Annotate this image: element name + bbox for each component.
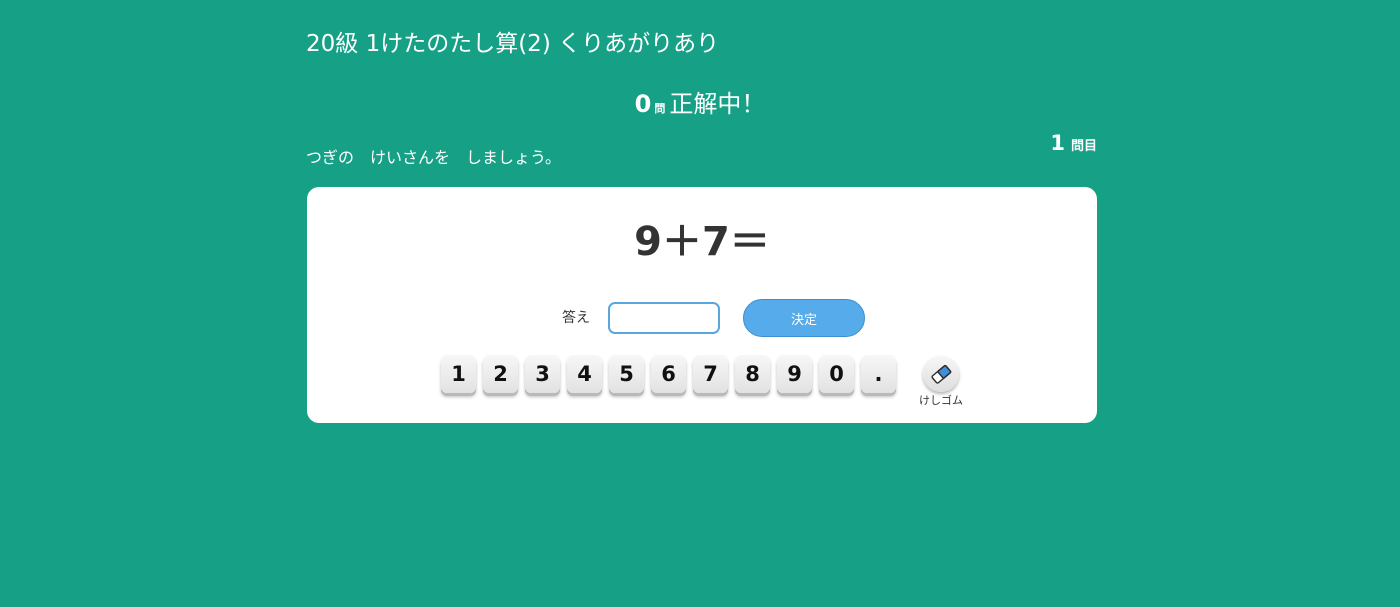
eraser-label: けしゴム: [919, 395, 963, 407]
level-title: 20級 1けたのたし算(2) くりあがりあり: [306, 31, 720, 57]
submit-button[interactable]: 決定: [743, 299, 865, 337]
question-number-value: 1: [1050, 131, 1065, 155]
quiz-page: 20級 1けたのたし算(2) くりあがりあり 0 問正解中！ つぎの けいさんを …: [0, 0, 1400, 607]
answer-label: 答え: [562, 310, 590, 326]
eraser-button[interactable]: けしゴム: [915, 356, 967, 408]
score-count: 0: [634, 90, 652, 118]
key-4[interactable]: 4: [567, 355, 602, 393]
question-card: 9＋7＝ 答え 決定 1 2 3 4 5 6 7 8 9 0 . けしゴム: [307, 187, 1097, 423]
key-7[interactable]: 7: [693, 355, 728, 393]
score-unit: 問: [654, 102, 666, 115]
score-display: 0 問正解中！: [0, 84, 1400, 119]
key-decimal-point[interactable]: .: [861, 355, 896, 393]
problem-expression: 9＋7＝: [634, 219, 770, 265]
key-8[interactable]: 8: [735, 355, 770, 393]
score-label: 正解中！: [669, 90, 766, 118]
key-2[interactable]: 2: [483, 355, 518, 393]
question-number: 1 問目: [1050, 131, 1097, 155]
answer-input[interactable]: [608, 302, 720, 334]
key-6[interactable]: 6: [651, 355, 686, 393]
question-number-unit: 問目: [1070, 139, 1097, 154]
eraser-button-circle: [923, 356, 959, 392]
key-1[interactable]: 1: [441, 355, 476, 393]
key-3[interactable]: 3: [525, 355, 560, 393]
key-0[interactable]: 0: [819, 355, 854, 393]
key-9[interactable]: 9: [777, 355, 812, 393]
key-5[interactable]: 5: [609, 355, 644, 393]
instruction-text: つぎの けいさんを しましょう。: [306, 148, 562, 167]
eraser-icon: [931, 364, 952, 384]
